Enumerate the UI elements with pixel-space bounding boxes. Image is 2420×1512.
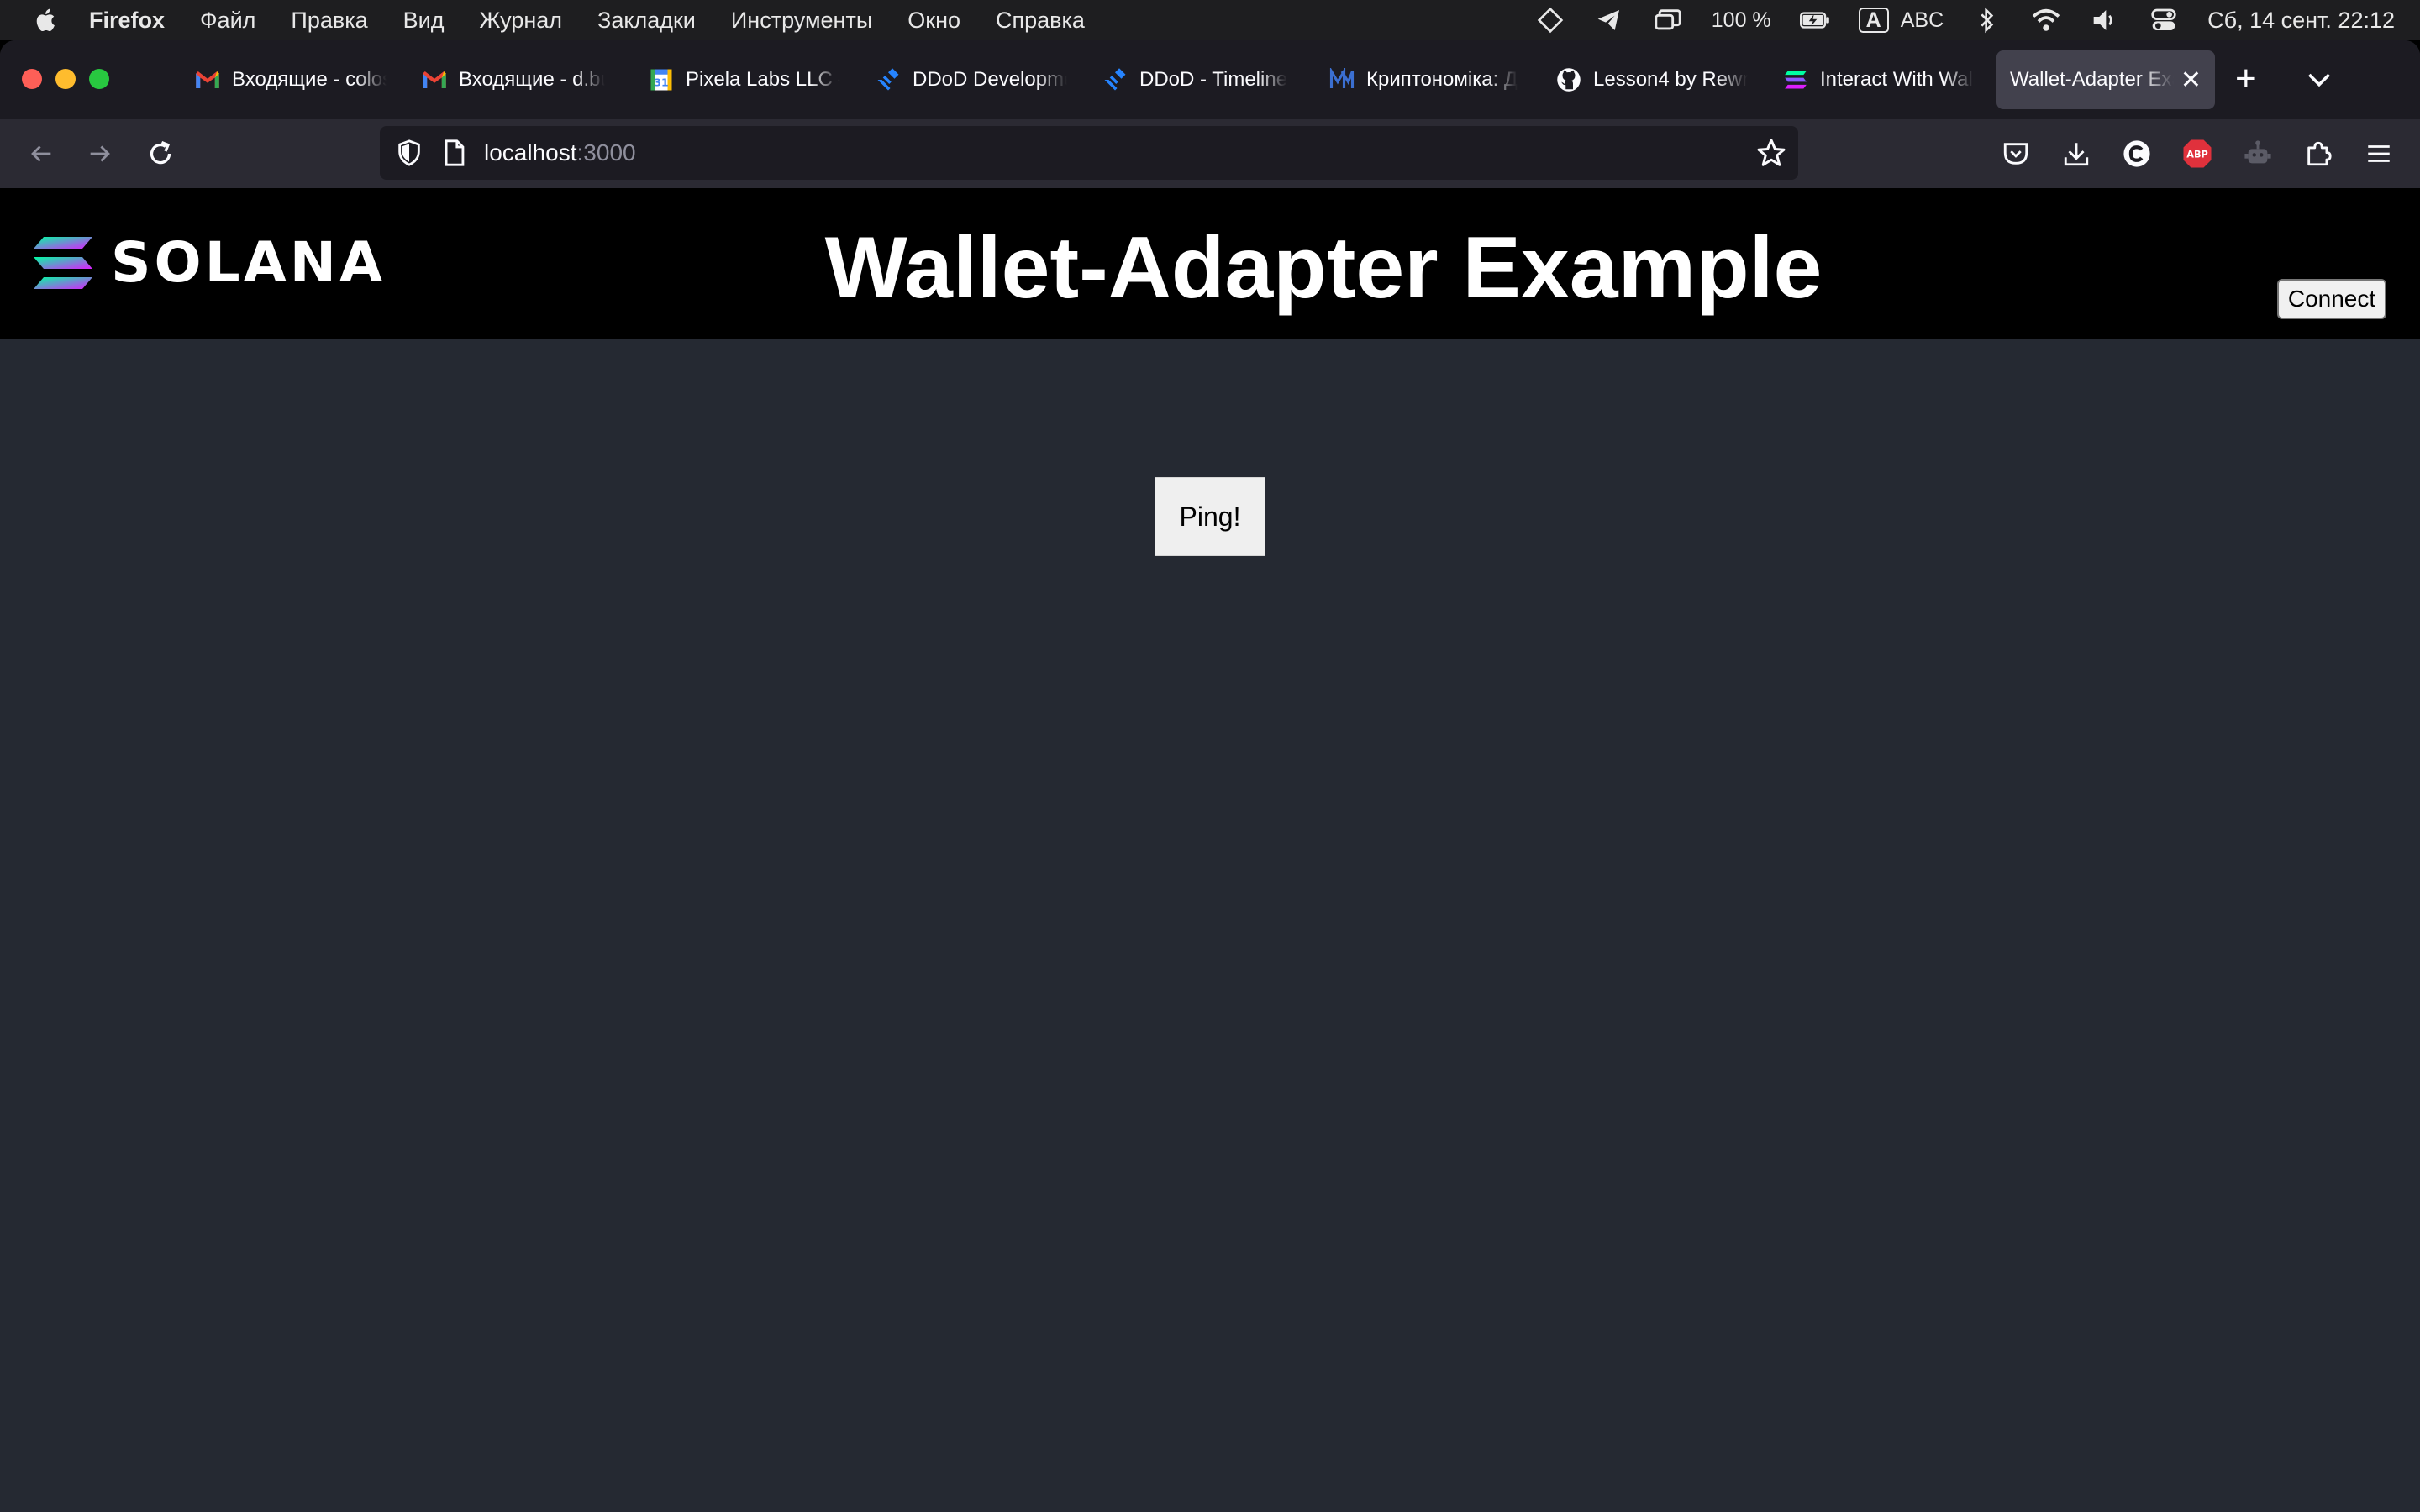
back-arrow-icon[interactable] xyxy=(24,136,59,171)
svg-text:ABP: ABP xyxy=(2186,150,2208,160)
tracking-protection-shield-icon[interactable] xyxy=(395,139,424,167)
forward-arrow-icon[interactable] xyxy=(82,136,118,171)
tab-jira-timeline[interactable]: DDoD - Timeline xyxy=(1089,50,1307,109)
control-center-icon[interactable] xyxy=(2149,8,2179,33)
connect-wallet-button[interactable]: Connect xyxy=(2277,279,2386,319)
page-title: Wallet-Adapter Example xyxy=(824,219,1823,317)
menu-window[interactable]: Окно xyxy=(908,8,960,34)
input-source-badge[interactable]: A xyxy=(1858,8,1889,33)
downloads-icon[interactable] xyxy=(2057,134,2096,173)
tab-label: Interact With Wall xyxy=(1820,68,1975,91)
close-window-button[interactable] xyxy=(22,69,42,89)
minimize-window-button[interactable] xyxy=(55,69,76,89)
tab-label: Lesson4 by Rewri xyxy=(1593,68,1748,91)
menu-file[interactable]: Файл xyxy=(200,8,255,34)
macos-menu-bar: Firefox Файл Правка Вид Журнал Закладки … xyxy=(0,0,2420,40)
tab-kryptonomika[interactable]: Криптономіка: Д xyxy=(1316,50,1534,109)
solana-icon xyxy=(1783,67,1808,92)
extensions-puzzle-icon[interactable] xyxy=(2299,134,2338,173)
page-info-icon[interactable] xyxy=(442,139,467,167)
list-all-tabs-chevron-down-icon[interactable] xyxy=(2302,62,2336,96)
robot-extension-icon[interactable] xyxy=(2238,134,2277,173)
ping-button[interactable]: Ping! xyxy=(1155,477,1265,556)
tab-google-calendar[interactable]: 31 Pixela Labs LLC – xyxy=(635,50,854,109)
tab-label: DDoD - Timeline xyxy=(1139,68,1288,91)
menu-app-firefox[interactable]: Firefox xyxy=(89,8,165,34)
kryptonomika-icon xyxy=(1329,67,1355,92)
tab-gmail-2[interactable]: Входящие - d.bu xyxy=(408,50,618,109)
apple-icon[interactable] xyxy=(32,6,60,34)
bookmark-star-icon[interactable] xyxy=(1756,138,1786,168)
gmail-icon xyxy=(422,67,447,92)
reload-icon[interactable] xyxy=(143,136,178,171)
site-header: SOLANA Wallet-Adapter Example Connect xyxy=(0,188,2420,339)
browser-window: Входящие - colos Входящие - d.bu 31 Pixe… xyxy=(0,40,2420,1512)
menu-bookmarks[interactable]: Закладки xyxy=(597,8,696,34)
tab-label: Pixela Labs LLC – xyxy=(686,68,840,91)
clock[interactable]: Сб, 14 сент. 22:12 xyxy=(2207,8,2395,34)
web-page: SOLANA Wallet-Adapter Example Connect Pi… xyxy=(0,188,2420,1512)
pocket-icon[interactable] xyxy=(1996,134,2035,173)
svg-text:31: 31 xyxy=(654,76,668,89)
jira-icon xyxy=(876,67,901,92)
input-source-label[interactable]: ABC xyxy=(1901,8,1944,33)
tab-label: Входящие - d.bu xyxy=(459,68,605,91)
jira-icon xyxy=(1102,67,1128,92)
diamond-status-icon[interactable] xyxy=(1535,7,1565,34)
url-text[interactable]: localhost:3000 xyxy=(484,139,636,166)
tab-label: DDoD Developme xyxy=(913,68,1067,91)
address-bar[interactable]: localhost:3000 xyxy=(380,126,1798,180)
menu-history[interactable]: Журнал xyxy=(480,8,563,34)
tab-bar: Входящие - colos Входящие - d.bu 31 Pixe… xyxy=(0,40,2420,119)
menu-view[interactable]: Вид xyxy=(403,8,445,34)
screens-icon[interactable] xyxy=(1653,8,1683,33)
close-tab-icon[interactable]: ✕ xyxy=(2181,66,2202,95)
github-icon xyxy=(1556,67,1581,92)
hamburger-menu-icon[interactable] xyxy=(2360,134,2398,173)
tab-label: Wallet-Adapter Exa xyxy=(2010,68,2174,91)
new-tab-button[interactable]: + xyxy=(2235,60,2257,97)
tab-label: Входящие - colos xyxy=(232,68,387,91)
wifi-icon[interactable] xyxy=(2031,8,2061,33)
maximize-window-button[interactable] xyxy=(89,69,109,89)
tab-gmail-1[interactable]: Входящие - colos xyxy=(182,50,400,109)
tab-jira-development[interactable]: DDoD Developme xyxy=(862,50,1081,109)
navigation-toolbar: localhost:3000 ABP xyxy=(0,119,2420,188)
gmail-icon xyxy=(195,67,220,92)
tab-github-lesson4[interactable]: Lesson4 by Rewri xyxy=(1543,50,1761,109)
menu-help[interactable]: Справка xyxy=(996,8,1085,34)
c-extension-icon[interactable] xyxy=(2118,134,2156,173)
battery-percent: 100 % xyxy=(1711,8,1771,32)
bluetooth-icon[interactable] xyxy=(1972,7,2002,34)
menu-tools[interactable]: Инструменты xyxy=(731,8,872,34)
telegram-icon[interactable] xyxy=(1594,8,1624,33)
google-calendar-icon: 31 xyxy=(649,67,674,92)
tab-interact-with-wallets[interactable]: Interact With Wall xyxy=(1770,50,1988,109)
adblock-plus-icon[interactable]: ABP xyxy=(2178,134,2217,173)
volume-icon[interactable] xyxy=(2090,8,2120,33)
tab-label: Криптономіка: Д xyxy=(1366,68,1518,91)
menu-edit[interactable]: Правка xyxy=(291,8,367,34)
tab-wallet-adapter-example[interactable]: Wallet-Adapter Exa ✕ xyxy=(1996,50,2215,109)
battery-charging-icon[interactable] xyxy=(1799,8,1830,33)
